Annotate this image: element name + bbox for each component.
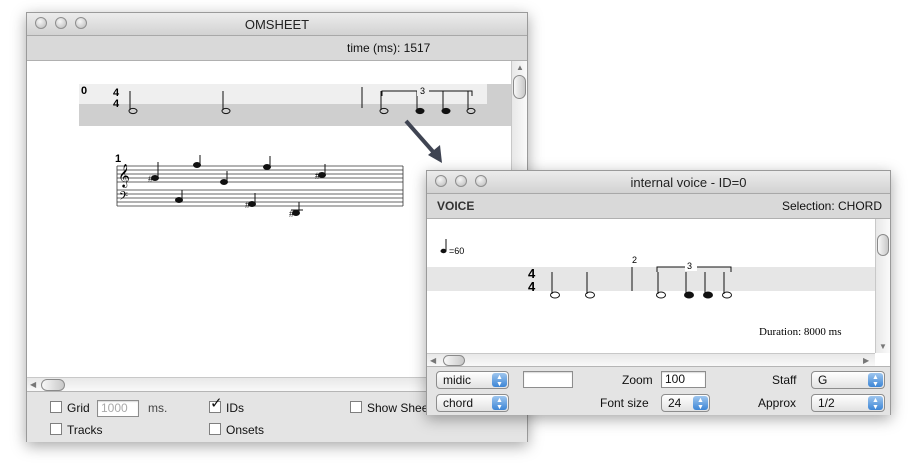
dropdown-arrows-icon: ▲ ▼	[492, 373, 507, 388]
checkmark-icon: ✓	[210, 395, 223, 412]
voice-score: =60 4 4 2 3 Duration: 8000 ms	[427, 239, 875, 338]
edit-mode-select[interactable]: chord ▲ ▼	[436, 394, 509, 412]
voice-vertical-scrollbar[interactable]: ▼	[875, 219, 890, 353]
vertical-scroll-thumb[interactable]	[877, 234, 889, 256]
fontsize-label: Font size	[600, 396, 649, 410]
duration-label: Duration: 8000 ms	[759, 326, 842, 338]
tracks-label: Tracks	[67, 423, 103, 437]
grand-staff-lines	[116, 165, 404, 207]
staff-label: Staff	[772, 373, 797, 387]
omsheet-titlebar[interactable]: OMSHEET	[27, 13, 527, 36]
svg-text:#: #	[148, 174, 153, 184]
track0-id: 0	[81, 85, 87, 97]
scroll-left-arrow-icon[interactable]: ◀	[30, 380, 36, 389]
dropdown-arrows-icon: ▲ ▼	[868, 396, 883, 411]
voice-controls-panel: midic ▲ ▼ chord ▲ ▼ Zoom 100 Font size 24 ▲ ▼ …	[427, 366, 890, 415]
dropdown-arrows-icon: ▲ ▼	[693, 396, 708, 411]
grid-unit-label: ms.	[148, 401, 168, 415]
tracks-checkbox[interactable]	[50, 423, 62, 435]
svg-text:#: #	[315, 171, 320, 181]
voice-horizontal-scrollbar[interactable]: ◀ ▶	[427, 353, 875, 367]
voice-tuplet: 3	[687, 261, 692, 271]
scroll-up-arrow-icon[interactable]: ▲	[516, 63, 524, 72]
close-icon[interactable]	[435, 175, 447, 187]
scroll-left-arrow-icon[interactable]: ◀	[430, 356, 436, 365]
time-signature-bottom: 4	[528, 279, 536, 294]
voice-header-bar: VOICE Selection: CHORD	[427, 194, 890, 219]
time-readout: time (ms): 1517	[347, 41, 431, 55]
fontsize-select[interactable]: 24 ▲ ▼	[661, 394, 710, 412]
dropdown-arrows-icon: ▲ ▼	[868, 373, 883, 388]
voice-titlebar[interactable]: internal voice - ID=0	[427, 171, 890, 194]
onsets-checkbox[interactable]	[209, 423, 221, 435]
horizontal-scroll-thumb[interactable]	[41, 379, 65, 391]
tempo-mark: =60	[449, 246, 464, 256]
selection-status: Selection: CHORD	[781, 199, 882, 213]
approx-select[interactable]: 1/2 ▲ ▼	[811, 394, 885, 412]
time-bar: time (ms): 1517	[27, 36, 527, 61]
grid-label: Grid	[67, 401, 90, 415]
measure-number: 2	[632, 255, 637, 265]
scroll-down-arrow-icon[interactable]: ▼	[879, 342, 887, 351]
grid-checkbox[interactable]	[50, 401, 62, 413]
quarter-note-icon	[440, 248, 447, 254]
text-input[interactable]	[523, 371, 573, 388]
voice-lane	[427, 267, 875, 291]
bass-clef-icon: 𝄢	[119, 189, 128, 205]
voice-canvas[interactable]: =60 4 4 2 3 Duration: 8000 ms	[427, 219, 875, 353]
track1-notes: # # # #	[148, 155, 326, 219]
pitch-mode-select[interactable]: midic ▲ ▼	[436, 371, 509, 389]
zoom-label: Zoom	[622, 373, 653, 387]
arrow-icon	[404, 119, 442, 163]
dropdown-arrows-icon: ▲ ▼	[492, 396, 507, 411]
svg-text:#: #	[245, 200, 250, 210]
minimize-icon[interactable]	[455, 175, 467, 187]
ids-label: IDs	[226, 401, 244, 415]
voice-header-label: VOICE	[437, 199, 475, 213]
approx-label: Approx	[758, 396, 797, 410]
grid-input[interactable]: 1000	[97, 400, 139, 417]
vertical-scroll-thumb[interactable]	[513, 75, 526, 99]
onsets-label: Onsets	[226, 423, 265, 437]
window-title: OMSHEET	[244, 17, 310, 32]
treble-clef-icon: 𝄞	[118, 165, 130, 188]
zoom-input[interactable]: 100	[661, 371, 706, 388]
staff-select[interactable]: G ▲ ▼	[811, 371, 885, 389]
track0-tuplet: 3	[420, 86, 425, 96]
show-sheet-checkbox[interactable]	[350, 401, 362, 413]
time-signature-bottom: 4	[113, 98, 120, 110]
horizontal-scroll-thumb[interactable]	[443, 355, 465, 366]
scroll-right-arrow-icon[interactable]: ▶	[863, 356, 869, 365]
track1-id: 1	[115, 153, 121, 165]
show-sheet-label: Show Shee	[367, 401, 429, 415]
zoom-icon[interactable]	[475, 175, 487, 187]
window-title: internal voice - ID=0	[630, 175, 747, 190]
voice-window: internal voice - ID=0 VOICE Selection: C…	[426, 170, 891, 415]
